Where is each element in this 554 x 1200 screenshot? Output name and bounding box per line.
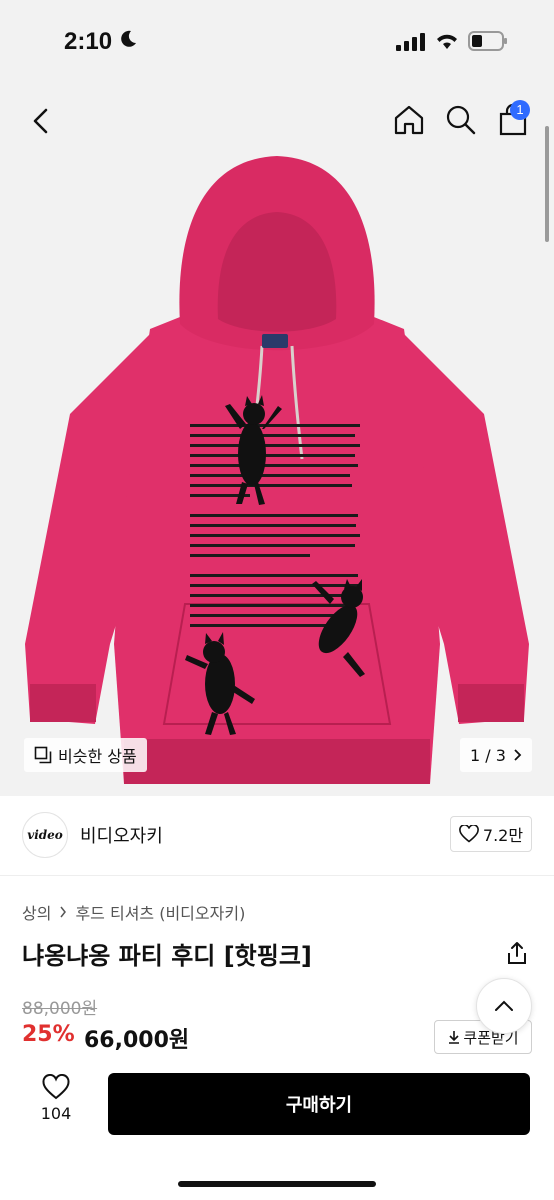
download-icon <box>449 1031 460 1044</box>
brand-like-count: 7.2만 <box>482 826 524 845</box>
original-price: 88,000원 <box>22 999 98 1019</box>
moon-icon <box>121 30 136 47</box>
chevron-right-icon <box>514 749 522 761</box>
scroll-top-button[interactable] <box>476 978 532 1034</box>
brand-like-button[interactable]: 7.2만 <box>450 816 532 852</box>
search-icon[interactable] <box>444 103 478 137</box>
image-pager[interactable]: 1 / 3 <box>460 738 532 772</box>
home-indicator <box>178 1181 376 1187</box>
back-icon[interactable] <box>26 104 56 138</box>
heart-icon <box>459 825 479 843</box>
chevron-up-icon <box>495 1000 513 1011</box>
heart-icon <box>42 1074 70 1100</box>
product-image[interactable] <box>0 84 554 796</box>
product-title: 냐옹냐옹 파티 후디 [핫핑크] <box>22 942 312 970</box>
battery-icon <box>468 31 507 51</box>
chevron-right-icon <box>60 906 67 918</box>
similar-products-label: 비슷한 상품 <box>58 747 137 766</box>
sale-price: 66,000원 <box>84 1028 190 1053</box>
similar-products-button[interactable]: 비슷한 상품 <box>24 738 147 772</box>
buy-button[interactable]: 구매하기 <box>108 1073 530 1135</box>
page-indicator: 1 / 3 <box>470 745 506 765</box>
divider <box>0 875 554 876</box>
hoodie-illustration <box>25 156 529 784</box>
scrollbar[interactable] <box>545 126 549 242</box>
signal-icon <box>396 33 425 51</box>
status-time: 2:10 <box>64 28 113 55</box>
copy-icon <box>34 746 52 764</box>
share-icon[interactable] <box>504 940 530 966</box>
brand-logo[interactable]: video <box>22 812 68 858</box>
breadcrumb-item-category[interactable]: 상의 <box>22 900 51 924</box>
wishlist-button[interactable]: 104 <box>30 1074 82 1134</box>
home-icon[interactable] <box>392 103 426 137</box>
cart-count-badge: 1 <box>510 100 530 120</box>
brand-logo-text: video <box>27 828 63 842</box>
discount-rate: 25% <box>22 1022 75 1047</box>
brand-name[interactable]: 비디오자키 <box>80 822 163 848</box>
wishlist-count: 104 <box>40 1104 72 1123</box>
breadcrumb-item-subcategory[interactable]: 후드 티셔츠 (비디오자키) <box>75 900 245 924</box>
breadcrumb: 상의 후드 티셔츠 (비디오자키) <box>22 900 245 924</box>
wifi-icon <box>437 34 457 49</box>
